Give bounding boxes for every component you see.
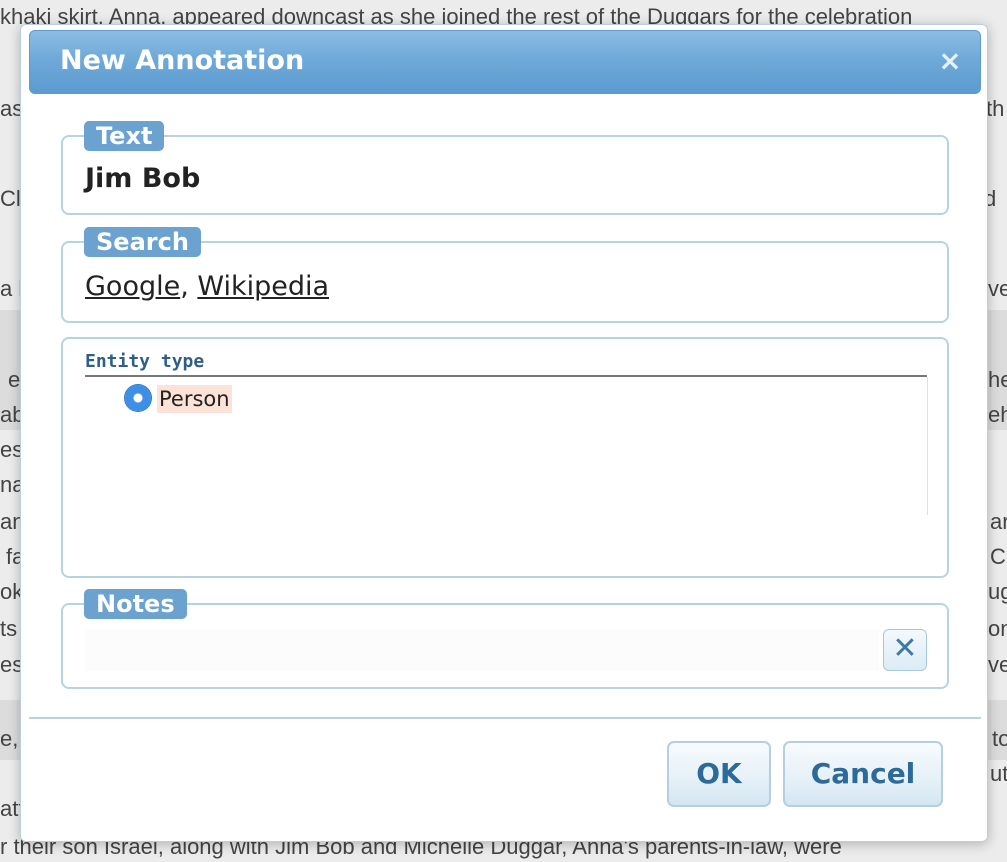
cancel-button[interactable]: Cancel (783, 741, 943, 807)
background-text-fragment: he (988, 367, 1007, 392)
notes-input[interactable] (85, 629, 879, 671)
annotation-text-value: Jim Bob (85, 163, 201, 194)
background-text-fragment: ve (988, 652, 1007, 677)
google-search-link[interactable]: Google (85, 271, 180, 302)
background-text-fragment: C (990, 544, 1006, 569)
entity-type-list[interactable]: Person (85, 377, 928, 515)
text-fieldset: Text Jim Bob (61, 121, 949, 215)
background-text-fragment: ve (988, 276, 1007, 301)
background-text-fragment: ug (988, 579, 1007, 604)
dialog-title: New Annotation (60, 45, 305, 76)
background-text-fragment: to (992, 726, 1007, 751)
entity-type-header: Entity type (85, 351, 927, 377)
clear-notes-button[interactable]: ✕ (883, 629, 927, 671)
person-radio-icon[interactable] (125, 385, 151, 411)
background-text-fragment: ar (990, 509, 1007, 534)
entity-type-fieldset: Entity type Person (61, 337, 949, 578)
background-text-fragment: eh (988, 402, 1007, 427)
text-legend: Text (84, 121, 165, 151)
link-separator: , (180, 271, 198, 302)
background-text-fragment: th (986, 96, 1005, 121)
search-fieldset: Search Google, Wikipedia (61, 227, 949, 323)
notes-fieldset: Notes ✕ (61, 589, 949, 689)
search-legend: Search (84, 227, 201, 257)
dialog-divider (29, 717, 981, 719)
wikipedia-search-link[interactable]: Wikipedia (197, 271, 329, 302)
new-annotation-dialog: New Annotation × Text Jim Bob Search Goo… (20, 24, 988, 842)
background-text-fragment: on (988, 616, 1007, 641)
background-text-fragment: ut (990, 761, 1007, 786)
search-links: Google, Wikipedia (85, 271, 329, 302)
close-icon[interactable]: × (938, 47, 962, 75)
ok-button[interactable]: OK (667, 741, 771, 807)
entity-option-person[interactable]: Person (157, 385, 232, 413)
notes-legend: Notes (84, 589, 187, 619)
dialog-titlebar[interactable]: New Annotation × (29, 30, 981, 94)
